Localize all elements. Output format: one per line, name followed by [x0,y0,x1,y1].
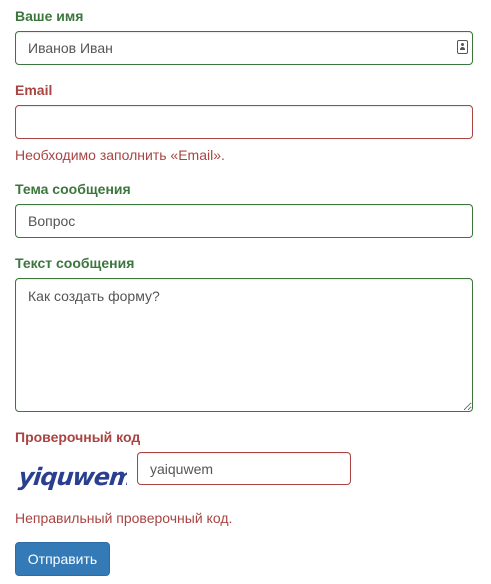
name-input[interactable] [15,31,473,65]
message-label: Текст сообщения [15,255,135,271]
captcha-text: yiquwem [17,463,127,491]
captcha-image[interactable]: yiquwem [15,455,127,495]
name-label: Ваше имя [15,8,84,24]
contact-card-icon[interactable] [457,40,468,54]
email-label: Email [15,82,53,98]
message-textarea[interactable]: Как создать форму? [15,278,473,412]
email-input[interactable] [15,105,473,139]
captcha-label: Проверочный код [15,429,141,445]
captcha-error-message: Неправильный проверочный код. [15,510,233,526]
subject-input[interactable] [15,204,473,238]
captcha-input[interactable] [137,452,351,485]
submit-button[interactable]: Отправить [15,542,110,576]
subject-label: Тема сообщения [15,181,131,197]
email-error-message: Необходимо заполнить «Email». [15,147,225,163]
